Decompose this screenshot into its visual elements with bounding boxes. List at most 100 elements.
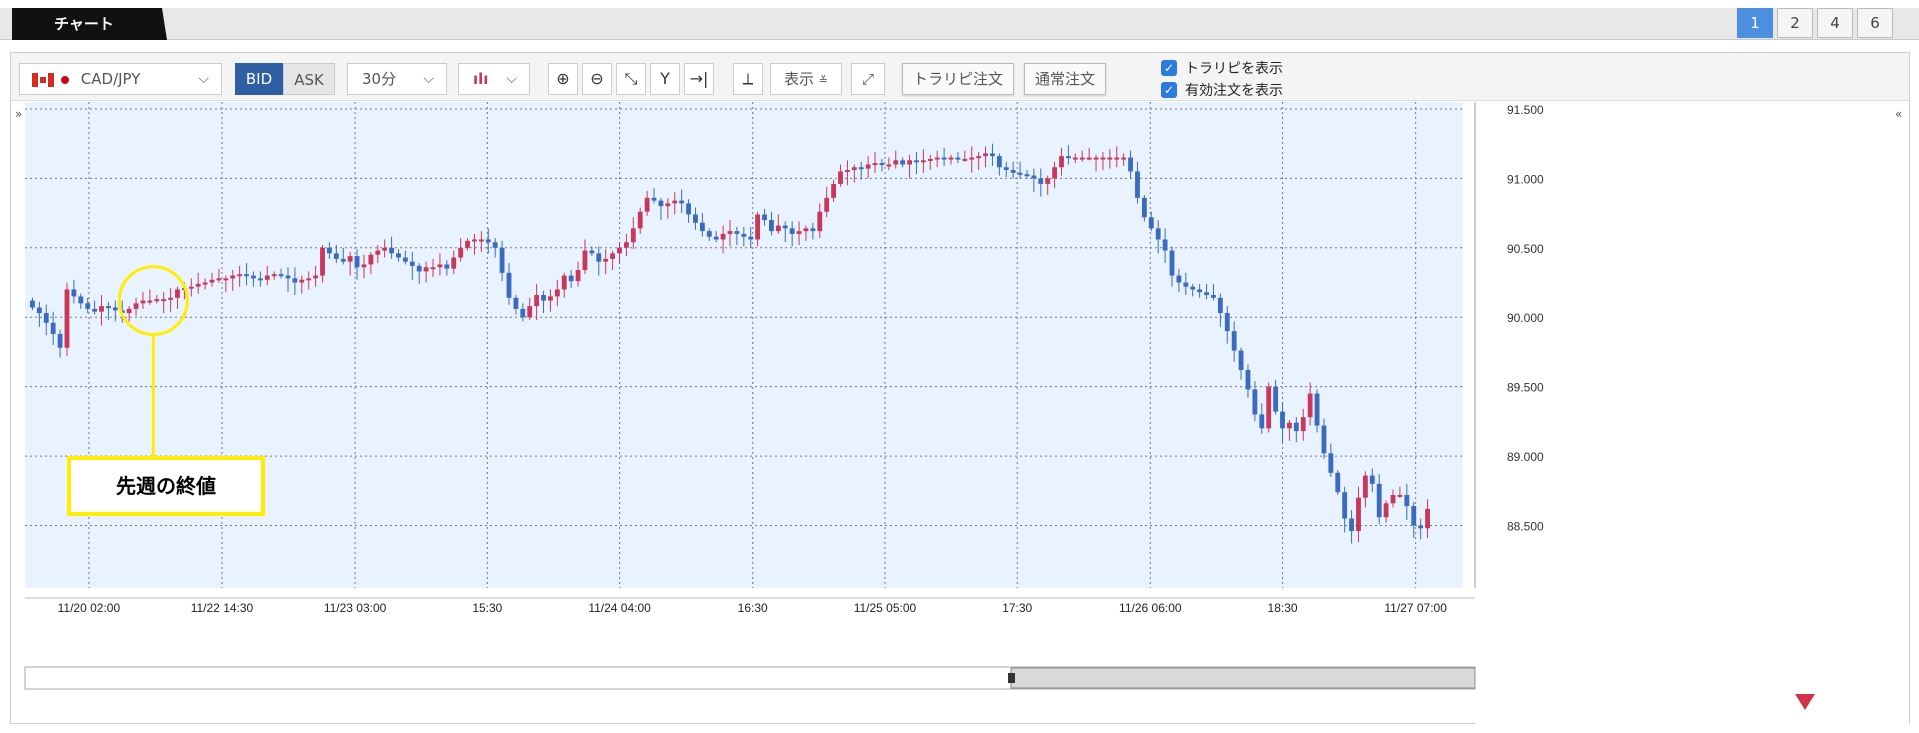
candle-body: [230, 275, 236, 279]
candle-body: [499, 247, 505, 273]
candle-body: [589, 250, 595, 254]
candle-body: [762, 214, 767, 221]
candle-body: [534, 295, 540, 307]
x-tick-label: 16:30: [738, 601, 768, 615]
candle-body: [1335, 472, 1341, 493]
header-strip: [0, 8, 1919, 40]
x-tick-label: 15:30: [472, 601, 502, 615]
check-icon: ✓: [1161, 82, 1177, 98]
candle-body: [244, 274, 249, 277]
candle-body: [444, 264, 450, 269]
expand-button[interactable]: ⤢: [851, 63, 885, 95]
candle-body: [831, 183, 837, 198]
currency-pair-select[interactable]: CAD/JPY ⌵: [19, 63, 222, 95]
jump-latest-button[interactable]: →|: [684, 63, 714, 95]
candle-body: [1169, 250, 1175, 276]
candle-body: [603, 258, 609, 262]
normal-order-button[interactable]: 通常注文: [1024, 63, 1106, 95]
collapse-left-icon[interactable]: »: [15, 107, 22, 121]
scrollbar-handle: [1008, 673, 1015, 683]
layout-6-button[interactable]: 6: [1857, 8, 1893, 38]
chart-type-select[interactable]: ılı ⌵: [458, 63, 530, 95]
scrollbar-thumb: [1010, 667, 1476, 689]
y-tick-label: 90.500: [1507, 242, 1544, 256]
interval-select[interactable]: 30分 ⌵: [347, 63, 447, 95]
chart-title-tab: チャート: [12, 8, 167, 40]
candle-body: [900, 160, 906, 165]
candle-body: [1204, 292, 1209, 296]
candle-body: [285, 275, 291, 279]
app-header: チャート 1 2 4 6: [0, 0, 1919, 42]
candle-body: [506, 272, 512, 298]
bid-button[interactable]: BID: [235, 63, 283, 95]
candle-body: [775, 225, 781, 232]
candle-body: [520, 308, 526, 318]
candle-body: [43, 313, 49, 323]
candle-body: [672, 200, 678, 204]
candle-body: [320, 247, 325, 276]
candle-body: [71, 289, 77, 297]
candlestick-chart[interactable]: 91.500 91.000 90.500 90.000 89.500 89.000 88.5…: [11, 102, 1909, 724]
double-chevron-icon: ≚: [818, 74, 828, 87]
candle-body: [858, 167, 864, 170]
show-menu-button[interactable]: 表示 ≚: [770, 63, 842, 95]
candle-body: [976, 156, 982, 159]
show-trail-checkbox[interactable]: ✓ トラリピを表示: [1161, 58, 1283, 78]
zoom-out-button[interactable]: ⊖: [582, 63, 612, 95]
candle-body: [568, 275, 574, 282]
candle-body: [140, 300, 146, 304]
candle-body: [106, 306, 111, 309]
candle-body: [872, 163, 878, 166]
y-lock-icon: Y: [660, 69, 670, 88]
candle-body: [1211, 295, 1216, 298]
show-active-orders-checkbox[interactable]: ✓ 有効注文を表示: [1161, 80, 1283, 100]
candle-body: [1038, 178, 1044, 184]
candle-body: [1031, 175, 1037, 179]
layout-1-button[interactable]: 1: [1737, 8, 1773, 38]
candle-body: [513, 297, 519, 309]
candle-body: [375, 250, 381, 255]
candle-body: [333, 253, 339, 259]
candle-body: [237, 274, 243, 277]
annotation-label: 先週の終値: [116, 474, 216, 498]
y-tick-label: 89.000: [1507, 450, 1544, 464]
add-indicator-button[interactable]: ⟂: [733, 63, 763, 95]
candle-body: [85, 303, 91, 309]
candle-body: [969, 157, 975, 160]
chevron-down-icon: ⌵: [423, 71, 434, 87]
candle-body: [1404, 494, 1410, 507]
candle-body: [630, 228, 636, 243]
layout-2-button[interactable]: 2: [1777, 8, 1813, 38]
x-tick-label: 18:30: [1268, 601, 1298, 615]
candle-body: [796, 231, 802, 234]
candle-body: [1197, 289, 1203, 293]
candle-body: [851, 167, 857, 171]
candle-body: [1072, 157, 1078, 160]
candle-body: [1045, 178, 1051, 184]
zoom-in-button[interactable]: ⊕: [548, 63, 578, 95]
chart-panel: CAD/JPY ⌵ BID ASK 30分 ⌵ ılı ⌵ ⊕ ⊖ ⤡ Y →|…: [10, 52, 1910, 724]
y-lock-button[interactable]: Y: [650, 63, 680, 95]
candle-body: [485, 239, 491, 243]
ask-button[interactable]: ASK: [283, 63, 335, 95]
candle-body: [396, 253, 401, 258]
trail-order-button[interactable]: トラリピ注文: [902, 63, 1014, 95]
candle-body: [1059, 156, 1064, 168]
candle-body: [1065, 156, 1071, 159]
candle-body: [610, 253, 616, 259]
layout-switcher: 1 2 4 6: [1737, 8, 1893, 38]
fit-icon: ⤡: [624, 69, 638, 88]
x-tick-label: 11/26 06:00: [1119, 601, 1182, 615]
fit-button[interactable]: ⤡: [616, 63, 646, 95]
candle-body: [78, 296, 84, 304]
candle-body: [782, 225, 788, 229]
chart-area[interactable]: 91.500 91.000 90.500 90.000 89.500 89.000 88.5…: [11, 102, 1909, 724]
candle-body: [492, 242, 498, 248]
candle-body: [1287, 422, 1292, 429]
collapse-right-icon[interactable]: «: [1895, 107, 1902, 121]
candle-body: [271, 274, 277, 277]
candle-body: [147, 300, 153, 303]
price-axis-background: [1475, 102, 1909, 724]
layout-4-button[interactable]: 4: [1817, 8, 1853, 38]
candle-body: [1107, 157, 1113, 160]
